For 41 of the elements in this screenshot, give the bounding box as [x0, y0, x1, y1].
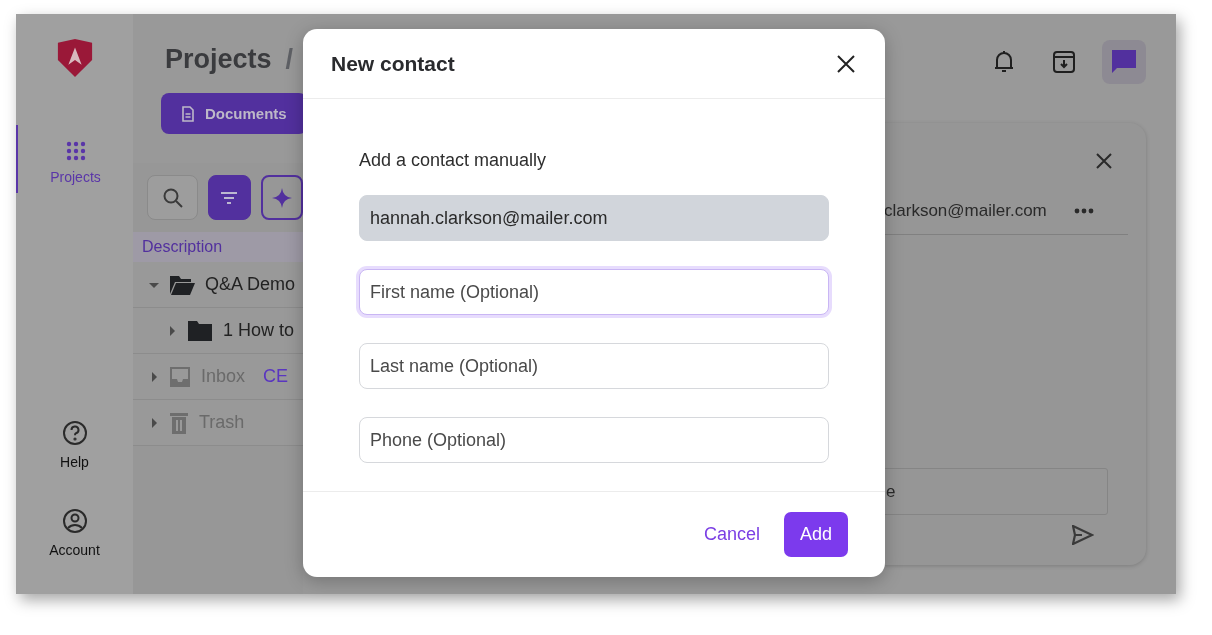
nav-item[interactable]: Account [16, 500, 133, 566]
trash-icon [169, 411, 189, 434]
text-field[interactable]: Phone (Optional) [359, 417, 829, 464]
search-button[interactable] [147, 175, 199, 220]
shield-logo-icon [55, 38, 94, 78]
caret-icon[interactable] [149, 417, 159, 428]
more-icon[interactable] [1074, 208, 1094, 214]
inbox-icon [169, 365, 191, 388]
cancel-button[interactable]: Cancel [703, 524, 760, 546]
caret-icon[interactable] [149, 371, 159, 382]
contact-email: clarkson@mailer.com [884, 201, 1047, 221]
sparkle-button[interactable] [260, 175, 303, 220]
text-field[interactable]: First name (Optional) [359, 269, 829, 316]
add-button[interactable]: Add [784, 512, 848, 558]
breadcrumb-separator: / [285, 44, 294, 75]
caret-icon[interactable] [167, 325, 177, 336]
folder-icon [187, 319, 213, 342]
dialog-subtitle: Add a contact manually [359, 150, 548, 172]
chat-icon [1112, 50, 1136, 74]
help-icon [61, 420, 88, 446]
tree-item-label[interactable]: Q&A Demo [205, 274, 296, 295]
bell-icon [993, 50, 1015, 74]
send-icon[interactable] [1072, 525, 1094, 545]
account-icon [61, 508, 88, 534]
tree-item-label[interactable]: 1 How to [223, 320, 295, 341]
text-field[interactable]: Last name (Optional) [359, 343, 829, 390]
filter-button[interactable] [208, 175, 251, 220]
filter-icon [220, 190, 239, 205]
open-folder-icon [169, 273, 195, 296]
column-header: Description [133, 232, 303, 262]
sparkle-icon [271, 187, 292, 208]
grid-icon [65, 141, 86, 161]
tag-label: CE [263, 366, 289, 387]
document-icon [181, 105, 195, 122]
nav-item[interactable]: Help [16, 412, 133, 478]
close-icon[interactable] [837, 54, 855, 73]
chat-button[interactable] [1102, 40, 1146, 84]
download-box-icon [1053, 51, 1075, 73]
page-title: Projects [165, 44, 272, 75]
search-icon [161, 186, 184, 209]
dialog-title: New contact [331, 51, 455, 76]
